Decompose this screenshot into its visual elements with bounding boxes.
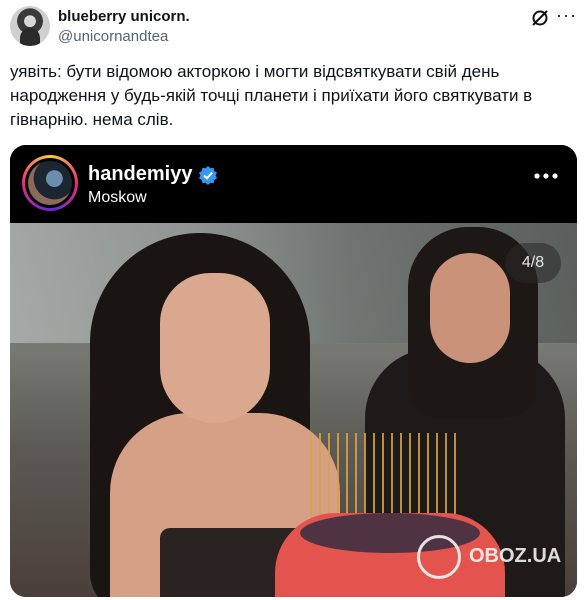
more-horizontal-icon[interactable] (533, 171, 559, 181)
more-horizontal-icon[interactable]: ··· (556, 6, 576, 28)
verified-badge-icon (199, 166, 217, 185)
instagram-post-header: handemiyy Moskow (10, 145, 577, 223)
watermark-text: OBOZ.UA (469, 545, 562, 567)
photo-counter-badge: 4/8 (505, 243, 561, 283)
grok-icon[interactable] (530, 8, 550, 28)
tweet-header: blueberry unicorn. @unicornandtea ··· (8, 4, 576, 50)
user-avatar[interactable] (10, 6, 50, 46)
watermark-logo-icon (417, 535, 461, 579)
embedded-instagram-post[interactable]: handemiyy Moskow 4/8 OBOZ.UA (10, 145, 577, 597)
tweet-text: уявіть: бути відомою акторкою і могти ві… (10, 62, 533, 129)
user-handle[interactable]: @unicornandtea (58, 28, 168, 45)
instagram-location[interactable]: Moskow (88, 189, 147, 207)
watermark: OBOZ.UA (417, 535, 577, 579)
instagram-username[interactable]: handemiyy (88, 163, 192, 186)
display-name[interactable]: blueberry unicorn. (58, 8, 190, 25)
post-photo[interactable]: 4/8 OBOZ.UA (10, 223, 577, 597)
story-avatar[interactable] (22, 155, 78, 211)
